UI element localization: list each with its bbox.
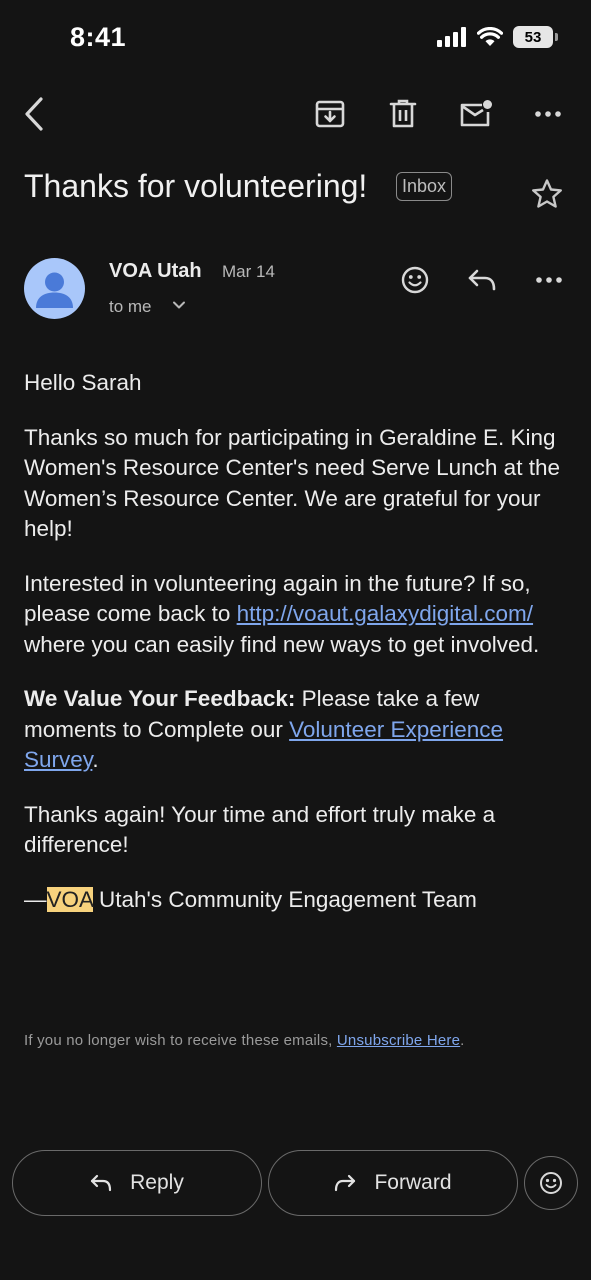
reply-arrow-icon [91, 1174, 112, 1192]
more-icon [535, 111, 561, 117]
body-paragraph-thanks: Thanks so much for participating in Gera… [24, 424, 560, 542]
signature-highlight: VOA [46, 886, 93, 912]
forward-button[interactable]: Forward [268, 1150, 518, 1216]
unsubscribe-text-pre: If you no longer wish to receive these e… [24, 1032, 337, 1049]
smiley-icon [540, 1172, 562, 1194]
reply-icon-button[interactable] [460, 258, 504, 302]
body-paragraph-closing: Thanks again! Your time and effort truly… [24, 801, 496, 858]
sender-row: VOA Utah Mar 14 to me [24, 254, 571, 326]
unsubscribe-text-post: . [460, 1032, 465, 1049]
bottom-action-bar: Reply Forward [12, 1150, 582, 1216]
unsubscribe-link[interactable]: Unsubscribe Here [337, 1032, 460, 1049]
forward-label: Forward [374, 1171, 452, 1194]
star-button[interactable] [531, 178, 563, 215]
signal-icon [437, 27, 466, 47]
person-icon [36, 272, 73, 308]
return-text-post: where you can easily find new ways to ge… [24, 631, 540, 657]
react-emoji-button[interactable] [393, 258, 437, 302]
status-icons: 53 [437, 26, 558, 48]
chevron-down-icon [173, 301, 185, 309]
reply-label: Reply [130, 1171, 184, 1194]
delete-button[interactable] [377, 88, 429, 140]
sender-avatar[interactable] [24, 258, 85, 319]
smiley-icon [401, 266, 429, 294]
inbox-label-badge[interactable]: Inbox [396, 172, 453, 201]
email-date: Mar 14 [222, 262, 275, 281]
email-body: Hello Sarah Thanks so much for participa… [24, 368, 569, 939]
mark-unread-button[interactable] [450, 88, 502, 140]
archive-button[interactable] [304, 88, 356, 140]
galaxy-digital-link[interactable]: http://voaut.galaxydigital.com/ [237, 601, 533, 626]
mark-unread-icon [460, 100, 492, 127]
battery-indicator: 53 [513, 26, 558, 48]
message-more-button[interactable] [527, 258, 571, 302]
wifi-icon [477, 27, 503, 46]
recipient-details-toggle[interactable] [172, 298, 186, 317]
back-arrow-icon [25, 97, 43, 131]
reply-arrow-icon [468, 269, 496, 291]
body-paragraph-return: Interested in volunteering again in the … [24, 569, 569, 661]
trash-icon [389, 99, 417, 128]
star-icon [532, 179, 562, 208]
greeting: Hello Sarah [24, 370, 142, 395]
subject-row: Thanks for volunteering! Inbox [24, 162, 571, 218]
emoji-reaction-button[interactable] [524, 1156, 578, 1210]
back-button[interactable] [8, 88, 60, 140]
archive-icon [315, 100, 345, 128]
status-bar: 8:41 53 [0, 0, 591, 78]
body-paragraph-feedback: We Value Your Feedback: Please take a fe… [24, 684, 569, 776]
email-subject: Thanks for volunteering! [24, 168, 368, 204]
feedback-text-post: . [92, 747, 99, 772]
battery-level: 53 [524, 28, 542, 46]
unsubscribe-note: If you no longer wish to receive these e… [24, 1032, 465, 1049]
recipient-label[interactable]: to me [109, 297, 152, 317]
feedback-heading: We Value Your Feedback: [24, 686, 296, 711]
more-icon [536, 277, 562, 283]
forward-arrow-icon [335, 1174, 356, 1192]
signature: —VOA Utah's Community Engagement Team [24, 885, 569, 916]
email-toolbar [0, 88, 591, 140]
reply-button[interactable]: Reply [12, 1150, 262, 1216]
signature-dash: — [24, 886, 47, 912]
status-time: 8:41 [70, 22, 127, 52]
signature-team: Utah's Community Engagement Team [92, 886, 477, 912]
sender-name: VOA Utah [109, 260, 202, 282]
more-options-button[interactable] [522, 88, 574, 140]
